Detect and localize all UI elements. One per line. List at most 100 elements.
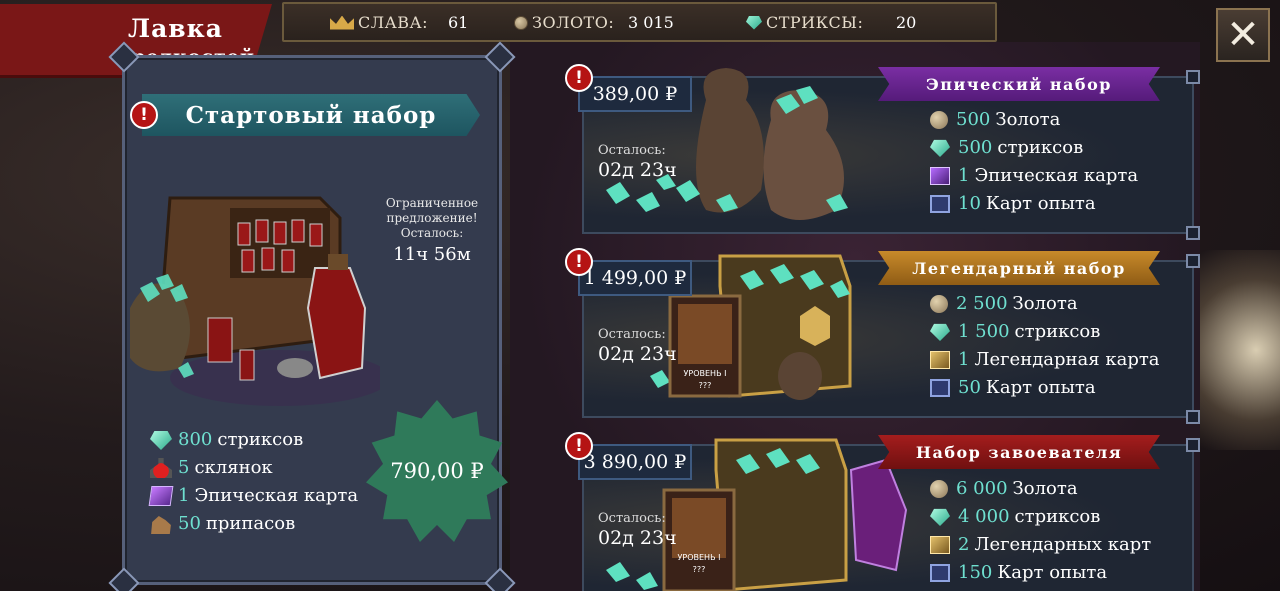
starter-alert-badge: ! [130,101,158,129]
gem-icon [930,508,950,526]
offer-item: 150 Карт опыта [930,559,1151,587]
glory-value: 61 [448,13,469,32]
item-label: Карт опыта [985,193,1096,214]
legendary-pack-price-button[interactable]: 1 499,00 ₽ [578,260,692,296]
legendary-pack-title: Легендарный набор [878,251,1160,285]
potion-icon [150,458,172,478]
legendary-remaining: Осталось: 02д 23ч [598,327,698,365]
gem-icon [150,431,172,450]
item-amount: 1 [958,349,970,370]
item-label: стриксов [1014,321,1101,342]
close-button[interactable]: ✕ [1216,8,1270,62]
item-amount: 2 500 [956,293,1008,314]
corner-ornament [1186,438,1200,452]
item-amount: 4 000 [958,506,1010,527]
starter-pack-items: 800 стриксов 5 склянок 1 Эпическая карта… [148,426,358,538]
legendary-card-level: УРОВЕНЬ I [684,369,727,378]
xp-card-icon [930,379,950,397]
currency-bar: СЛАВА: 61 ЗОЛОТО: 3 015 СТРИКСЫ: 20 [282,2,997,42]
legendary-card-unknown: ??? [699,381,712,390]
item-amount: 5 [178,457,190,478]
starter-item-potions: 5 склянок [150,454,358,482]
offer-item: 50 Карт опыта [930,374,1160,402]
corner-ornament [1186,410,1200,424]
epic-card-icon [148,486,174,506]
gold-label: ЗОЛОТО: [532,13,615,32]
item-label: стриксов [997,137,1084,158]
close-icon: ✕ [1226,12,1260,58]
conqueror-pack-title: Набор завоевателя [878,435,1160,469]
glory-counter: СЛАВА: [330,13,428,32]
item-amount: 50 [178,513,201,534]
starter-pack-price: 790,00 ₽ [390,459,484,483]
item-amount: 150 [958,562,993,583]
remaining-label: Осталось: [598,143,666,158]
crown-icon [330,15,354,30]
coin-icon [930,480,948,498]
starter-item-epic-card: 1 Эпическая карта [148,482,358,510]
corner-ornament [1186,254,1200,268]
corner-ornament [1186,70,1200,84]
offer-item: 1 Эпическая карта [930,162,1138,190]
epic-card-icon [930,167,950,185]
conqueror-pack-price-button[interactable]: 3 890,00 ₽ [578,444,692,480]
starter-item-strix: 800 стриксов [150,426,358,454]
strix-label: СТРИКСЫ: [766,13,864,32]
offer-item: 1 500 стриксов [930,318,1160,346]
starter-pack-illustration [130,196,380,406]
item-label: Золота [995,109,1061,130]
strix-gem-icon [746,15,762,30]
remaining-label: Осталось: [598,327,666,342]
strix-value: 20 [896,13,917,32]
item-amount: 1 [178,485,190,506]
item-label: припасов [205,513,296,534]
epic-alert-badge: ! [565,64,593,92]
epic-pack-price-button[interactable]: 389,00 ₽ [578,76,692,112]
offer-item: 2 500 Золота [930,290,1160,318]
starter-pack-title: Стартовый набор [142,94,480,136]
coin-icon [930,111,948,129]
item-amount: 2 [958,534,970,555]
item-label: склянок [194,457,273,478]
gem-icon [930,139,950,157]
conqueror-card-level: УРОВЕНЬ I [678,553,721,562]
item-label: Легендарная карта [974,349,1160,370]
epic-pack-title: Эпический набор [878,67,1160,101]
supplies-icon [151,516,171,534]
item-amount: 500 [958,137,993,158]
remaining-time: 02д 23ч [598,343,677,365]
glory-label: СЛАВА: [358,13,428,32]
item-label: Золота [1012,478,1078,499]
limited-offer-time: 11ч 56м [393,244,471,265]
item-amount: 500 [956,109,991,130]
epic-remaining: Осталось: 02д 23ч [598,143,698,181]
item-amount: 6 000 [956,478,1008,499]
gold-counter: ЗОЛОТО: [514,13,614,32]
legendary-card-icon [930,536,950,554]
legendary-alert-badge: ! [565,248,593,276]
offer-item: 10 Карт опыта [930,190,1138,218]
shop-title-line1: Лавка [128,14,223,43]
corner-ornament [108,567,140,591]
legendary-pack-items: 2 500 Золота 1 500 стриксов 1 Легендарная к… [930,290,1160,402]
item-label: стриксов [1014,506,1101,527]
offer-item: 6 000 Золота [930,475,1151,503]
legendary-card-icon [930,351,950,369]
gem-icon [930,323,950,341]
conqueror-card-unknown: ??? [693,565,706,574]
starter-item-supplies: 50 припасов [150,510,358,538]
gold-value: 3 015 [628,13,674,32]
xp-card-icon [930,195,950,213]
item-amount: 1 [958,165,970,186]
shop-screen: Лавка редкостей СЛАВА: 61 ЗОЛОТО: 3 015 … [0,0,1280,591]
item-label: Карт опыта [985,377,1096,398]
remaining-label: Осталось: [598,511,666,526]
limited-offer-info: Ограниченное предложение! Осталось: 11ч … [372,196,492,267]
item-label: Золота [1012,293,1078,314]
conqueror-pack-items: 6 000 Золота 4 000 стриксов 2 Легендарных к… [930,475,1151,587]
coin-icon [930,295,948,313]
item-amount: 50 [958,377,981,398]
item-label: Легендарных карт [974,534,1152,555]
remaining-time: 02д 23ч [598,527,677,549]
item-amount: 1 500 [958,321,1010,342]
